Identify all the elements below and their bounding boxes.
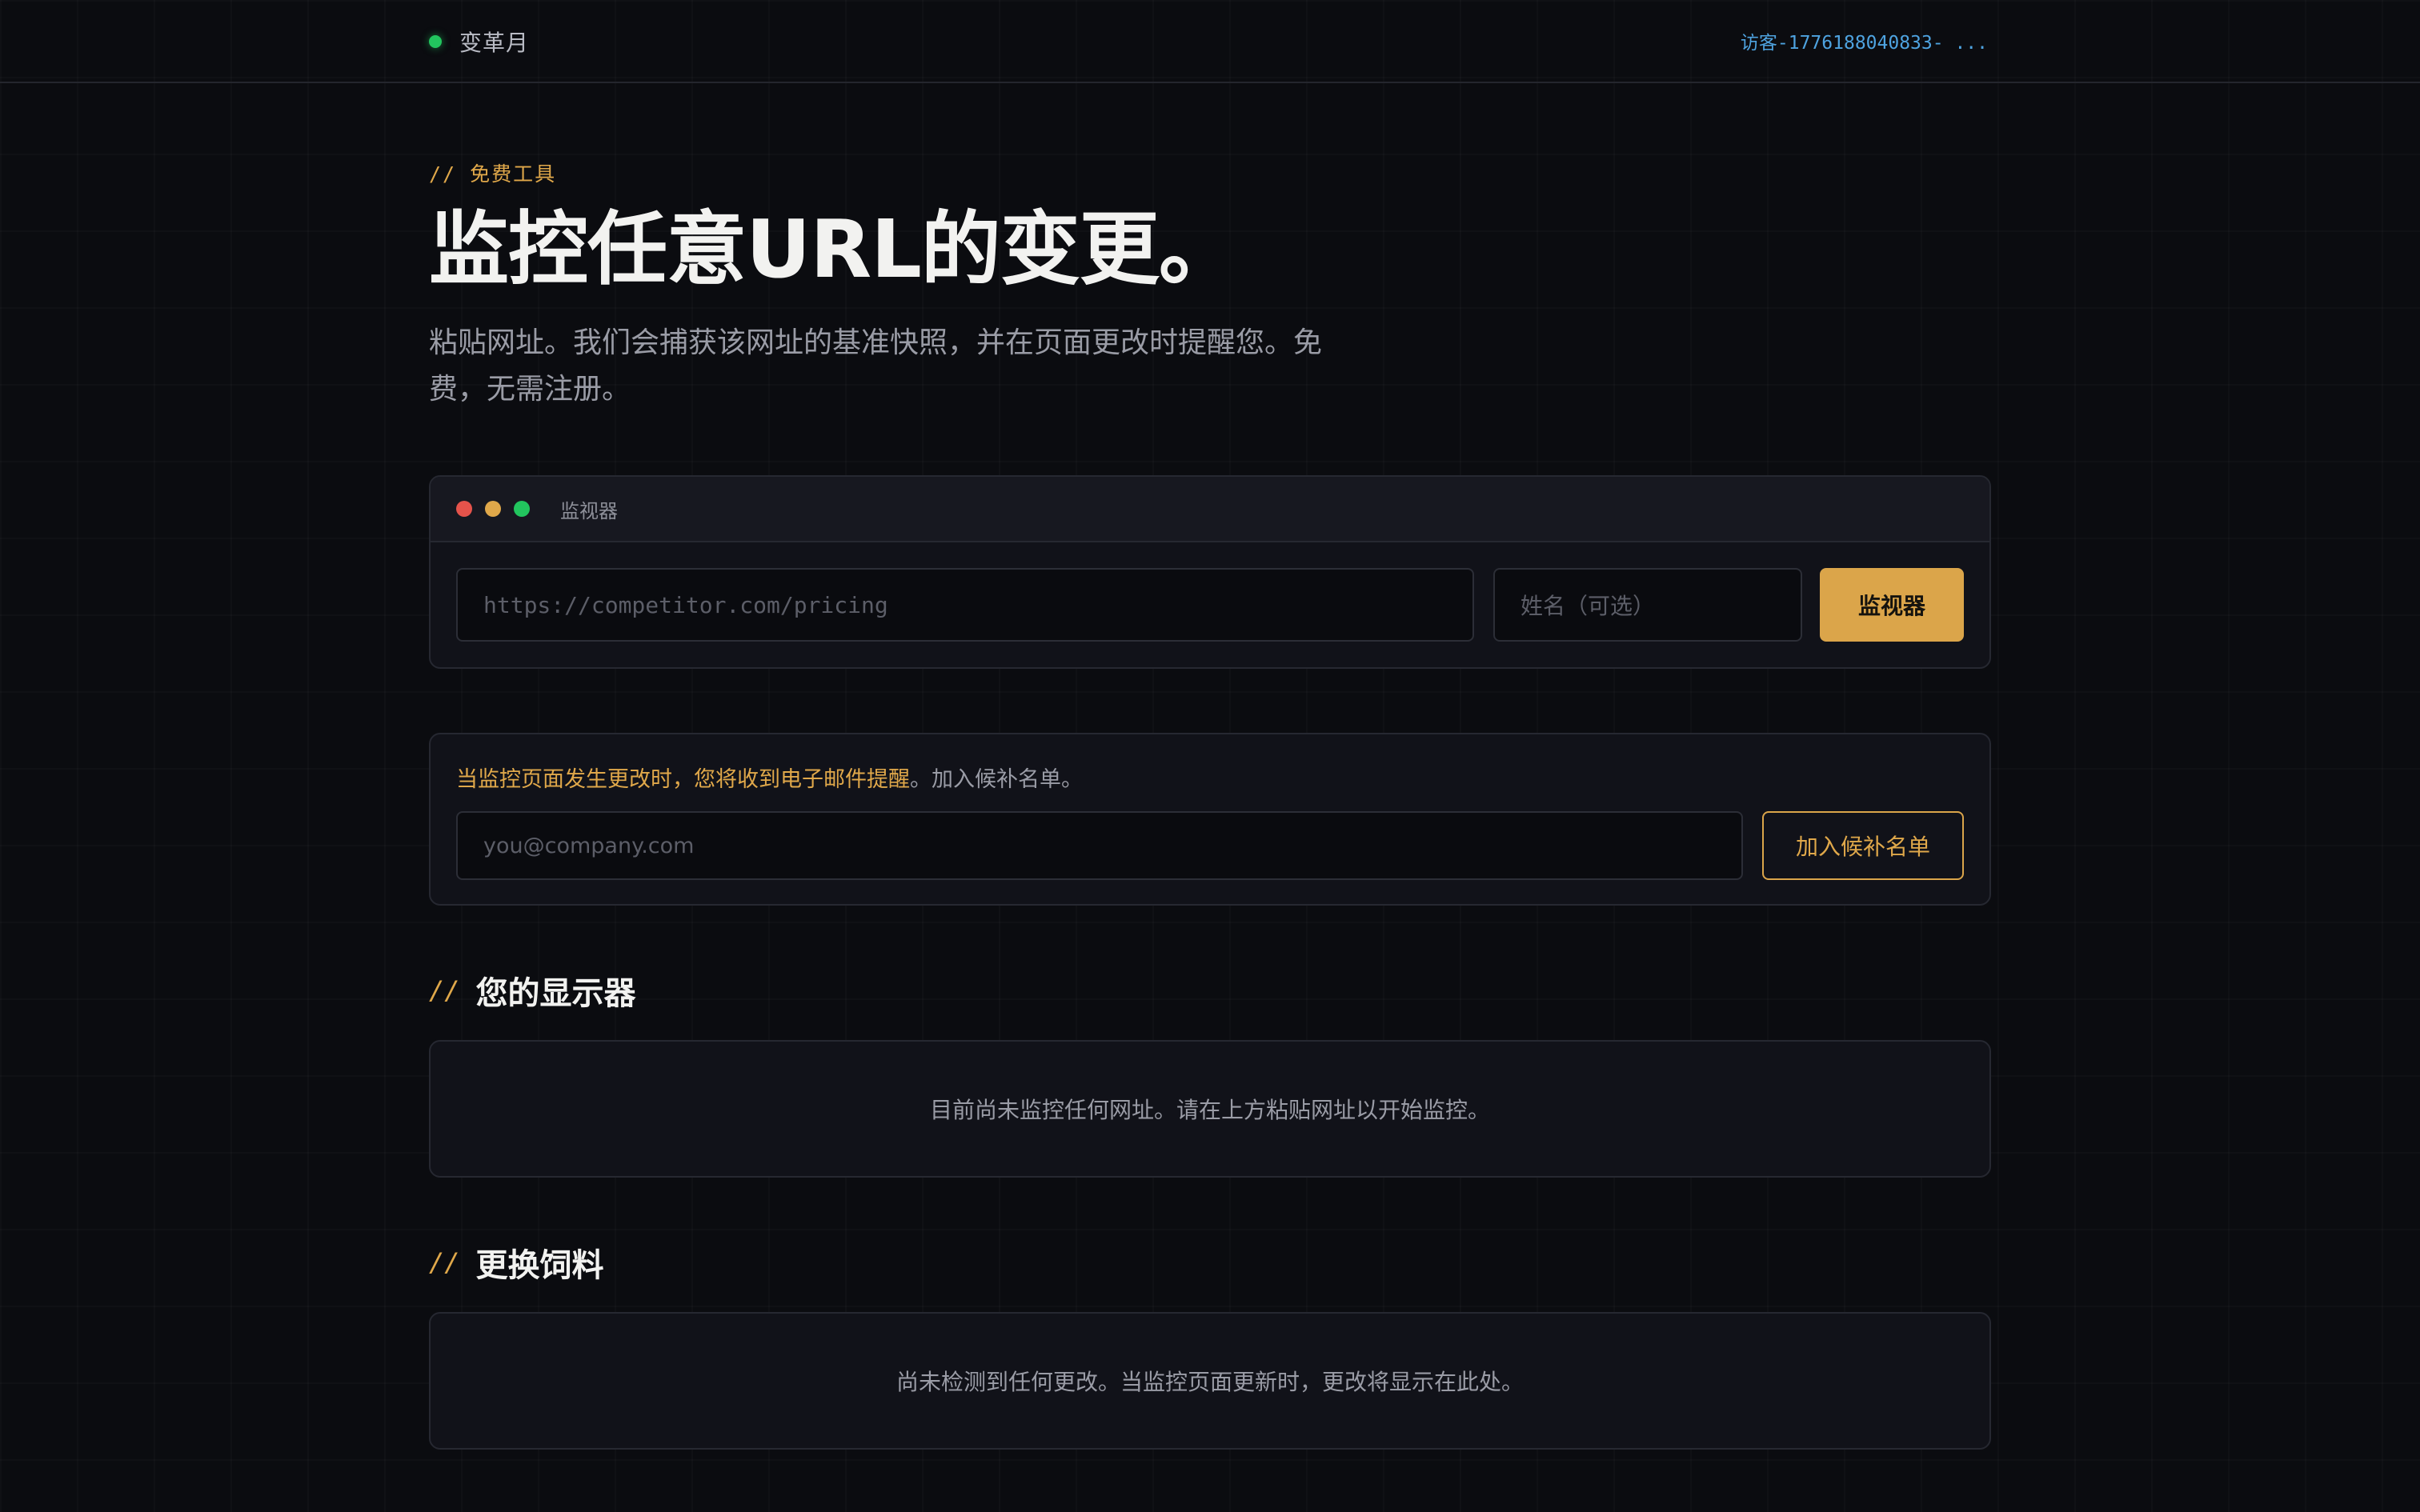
page-title: 监控任意URL的变更。 <box>429 202 1239 296</box>
waitlist-panel: 当监控页面发生更改时，您将收到电子邮件提醒。加入候补名单。 you@compan… <box>429 733 1991 906</box>
section-label: 您的显示器 <box>475 975 636 1012</box>
email-input[interactable]: you@company.com <box>456 811 1743 880</box>
top-bar: 变革月 访客-1776188040833- ... <box>0 0 2420 83</box>
section-slashes: // <box>429 975 460 1006</box>
brand[interactable]: 变革月 <box>429 24 529 59</box>
monitors-section-title: // 您的显示器 <box>429 966 636 1014</box>
name-input[interactable]: 姓名（可选） <box>1493 568 1802 642</box>
close-dot-icon <box>456 501 472 517</box>
section-slashes: // <box>429 1247 460 1278</box>
url-input[interactable]: https://competitor.com/pricing <box>456 568 1474 642</box>
hero-subtitle: 粘贴网址。我们会捕获该网址的基准快照，并在页面更改时提醒您。免费，无需注册。 <box>429 326 1323 406</box>
panel-title: 监视器 <box>560 499 618 522</box>
maximize-dot-icon <box>514 501 530 517</box>
monitor-button[interactable]: 监视器 <box>1820 568 1964 642</box>
waitlist-message: 当监控页面发生更改时，您将收到电子邮件提醒。加入候补名单。 <box>456 762 1083 793</box>
feed-empty-state: 尚未检测到任何更改。当监控页面更新时，更改将显示在此处。 <box>429 1312 1991 1450</box>
panel-header: 监视器 <box>431 477 1989 542</box>
brand-name: 变革月 <box>459 30 530 56</box>
section-label: 更换饲料 <box>475 1247 604 1284</box>
feed-section-title: // 更换饲料 <box>429 1238 604 1286</box>
join-waitlist-button[interactable]: 加入候补名单 <box>1762 811 1964 880</box>
waitlist-highlight: 当监控页面发生更改时，您将收到电子邮件提醒 <box>456 767 910 792</box>
hero-kicker: // 免费工具 <box>429 162 557 186</box>
status-dot-icon <box>429 35 442 48</box>
waitlist-rest: 。加入候补名单。 <box>910 767 1083 792</box>
monitors-empty-state: 目前尚未监控任何网址。请在上方粘贴网址以开始监控。 <box>429 1040 1991 1178</box>
visitor-id[interactable]: 访客-1776188040833- ... <box>1741 27 1988 54</box>
monitor-panel: 监视器 https://competitor.com/pricing 姓名（可选… <box>429 475 1991 669</box>
minimize-dot-icon <box>485 501 501 517</box>
